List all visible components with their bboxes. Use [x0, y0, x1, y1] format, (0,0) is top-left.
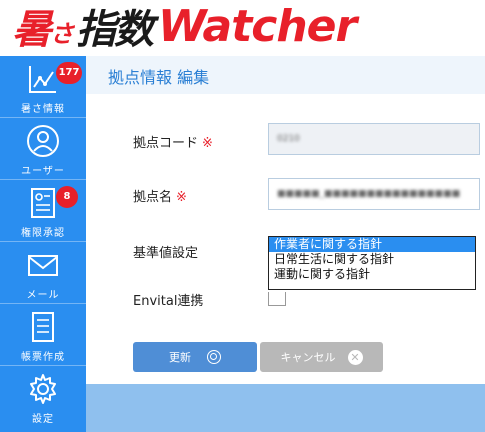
standard-option-daily-life[interactable]: 日常生活に関する指針 — [269, 252, 475, 267]
close-icon: ✕ — [347, 349, 363, 365]
name-value: ■■■■■_■■■■■■■■■■■■■■■■ — [277, 189, 461, 199]
sidebar-item-user[interactable]: ユーザー — [0, 118, 86, 180]
sidebar-item-label: 設定 — [32, 414, 54, 425]
target-icon — [207, 350, 221, 364]
sidebar-item-label: ユーザー — [21, 166, 65, 177]
cancel-button[interactable]: キャンセル ✕ — [260, 342, 383, 372]
logo-text-2: さ — [50, 19, 74, 48]
standard-option-exercise[interactable]: 運動に関する指針 — [269, 267, 475, 282]
logo-text-3: 指数 — [76, 7, 154, 53]
sidebar-item-mail[interactable]: メール — [0, 242, 86, 304]
notification-badge: 177 — [56, 62, 82, 84]
code-label: 拠点コード — [133, 136, 199, 151]
app-header: 暑 さ 指数 Watcher — [0, 0, 485, 56]
sidebar-item-settings[interactable]: 設定 — [0, 366, 86, 428]
logo-text-1: 暑 — [12, 7, 52, 53]
required-mark: ※ — [202, 136, 213, 151]
user-icon — [27, 125, 59, 157]
mail-icon — [28, 255, 58, 276]
sidebar-item-label: 暑さ情報 — [21, 104, 65, 115]
code-value: 0210 — [277, 134, 300, 144]
main-content: 拠点情報 編集 — [86, 56, 485, 384]
sidebar: 暑さ情報 177 ユーザー 権限承認 8 メール 帳票作成 設定 — [0, 56, 86, 432]
name-label-row: 拠点名 ※ — [133, 186, 187, 205]
approval-icon — [31, 188, 55, 218]
sidebar-item-approval[interactable]: 権限承認 8 — [0, 180, 86, 242]
notification-badge: 8 — [56, 186, 78, 208]
standard-select-list[interactable]: 作業者に関する指針 日常生活に関する指針 運動に関する指針 — [268, 236, 476, 290]
sidebar-item-label: メール — [26, 290, 60, 301]
sidebar-item-label: 帳票作成 — [21, 352, 65, 363]
code-label-row: 拠点コード ※ — [133, 132, 213, 151]
envital-label: Envital連携 — [133, 294, 204, 309]
sidebar-item-label: 権限承認 — [21, 228, 65, 239]
name-label: 拠点名 — [133, 190, 173, 205]
name-input[interactable]: ■■■■■_■■■■■■■■■■■■■■■■ — [268, 178, 480, 210]
update-button-label: 更新 — [169, 351, 191, 364]
code-input[interactable]: 0210 — [268, 123, 480, 155]
update-button[interactable]: 更新 — [133, 342, 257, 372]
report-icon — [32, 312, 54, 342]
cancel-button-label: キャンセル — [280, 351, 336, 364]
standard-label: 基準値設定 — [133, 246, 199, 261]
chart-icon — [29, 66, 56, 93]
app-logo[interactable]: 暑 さ 指数 Watcher — [12, 0, 357, 54]
bottom-strip — [86, 384, 485, 432]
page-title: 拠点情報 編集 — [108, 68, 210, 87]
envital-checkbox[interactable] — [268, 292, 286, 306]
standard-option-worker[interactable]: 作業者に関する指針 — [269, 237, 475, 252]
gear-icon — [30, 374, 56, 404]
sidebar-item-report[interactable]: 帳票作成 — [0, 304, 86, 366]
sidebar-item-heat-info[interactable]: 暑さ情報 177 — [0, 56, 86, 118]
logo-text-en: Watcher — [158, 0, 357, 52]
required-mark: ※ — [176, 190, 187, 205]
